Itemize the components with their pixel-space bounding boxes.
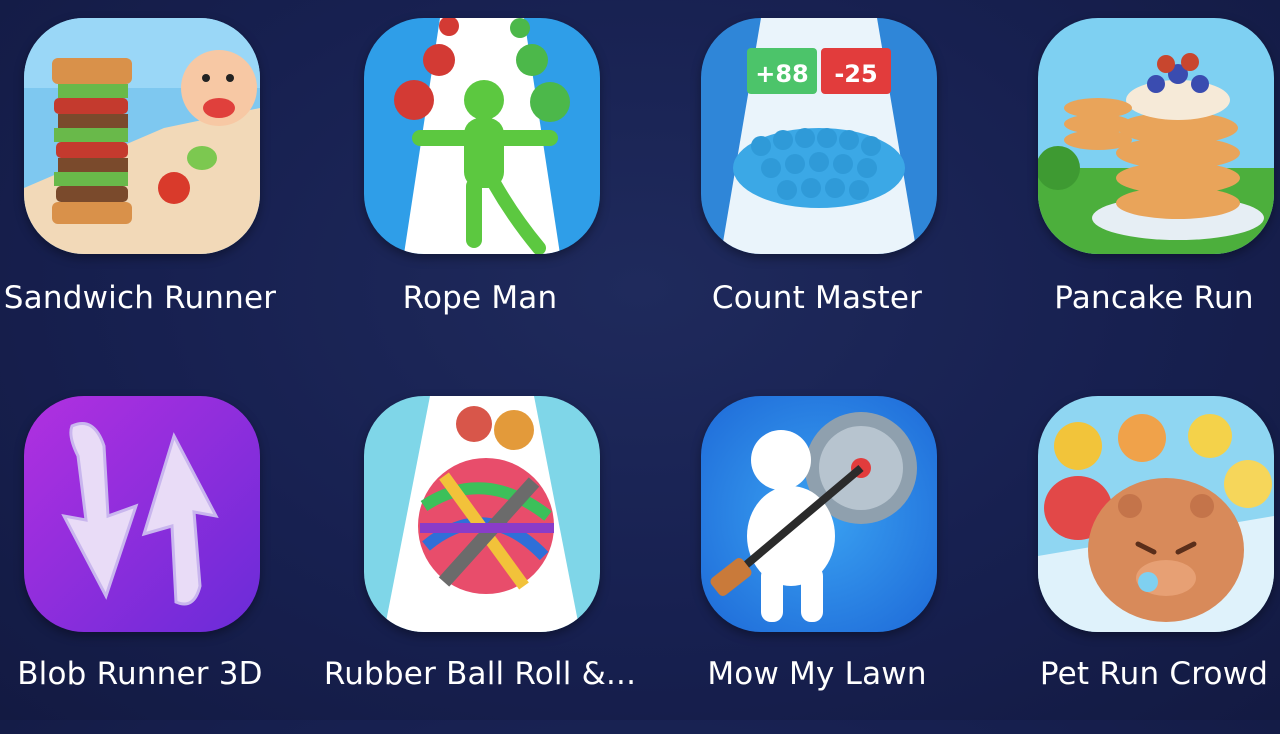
mow-my-lawn-icon[interactable]	[701, 396, 937, 632]
app-grid: Sandwich Runner Rope Man +88 -25 Count M…	[0, 0, 1280, 720]
app-label[interactable]: Rubber Ball Roll &...	[320, 656, 640, 692]
app-label[interactable]: Sandwich Runner	[0, 280, 300, 316]
rubber-ball-roll-icon[interactable]	[364, 396, 600, 632]
pancake-run-icon[interactable]	[1038, 18, 1274, 254]
gate-plus-label: +88	[755, 60, 809, 88]
app-tile-mow-my-lawn[interactable]: Mow My Lawn	[667, 374, 967, 734]
pet-run-crowd-icon[interactable]	[1038, 396, 1274, 632]
app-tile-rubber-ball-roll[interactable]: Rubber Ball Roll &...	[324, 374, 636, 734]
app-tile-pancake-run[interactable]: Pancake Run	[1004, 0, 1280, 360]
sandwich-runner-icon[interactable]	[24, 18, 260, 254]
gate-minus-label: -25	[834, 60, 877, 88]
app-tile-rope-man[interactable]: Rope Man	[330, 0, 630, 360]
app-label[interactable]: Rope Man	[320, 280, 640, 316]
app-label[interactable]: Mow My Lawn	[657, 656, 977, 692]
app-tile-pet-run-crowd[interactable]: Pet Run Crowd	[1004, 374, 1280, 734]
app-tile-sandwich-runner[interactable]: Sandwich Runner	[0, 0, 290, 360]
app-label[interactable]: Pet Run Crowd	[994, 656, 1280, 692]
app-label[interactable]: Count Master	[657, 280, 977, 316]
app-label[interactable]: Blob Runner 3D	[0, 656, 300, 692]
blob-runner-3d-icon[interactable]	[24, 396, 260, 632]
rope-man-icon[interactable]	[364, 18, 600, 254]
count-master-icon[interactable]: +88 -25	[701, 18, 937, 254]
app-label[interactable]: Pancake Run	[994, 280, 1280, 316]
app-tile-count-master[interactable]: +88 -25 Count Master	[667, 0, 967, 360]
app-tile-blob-runner-3d[interactable]: Blob Runner 3D	[0, 374, 290, 734]
